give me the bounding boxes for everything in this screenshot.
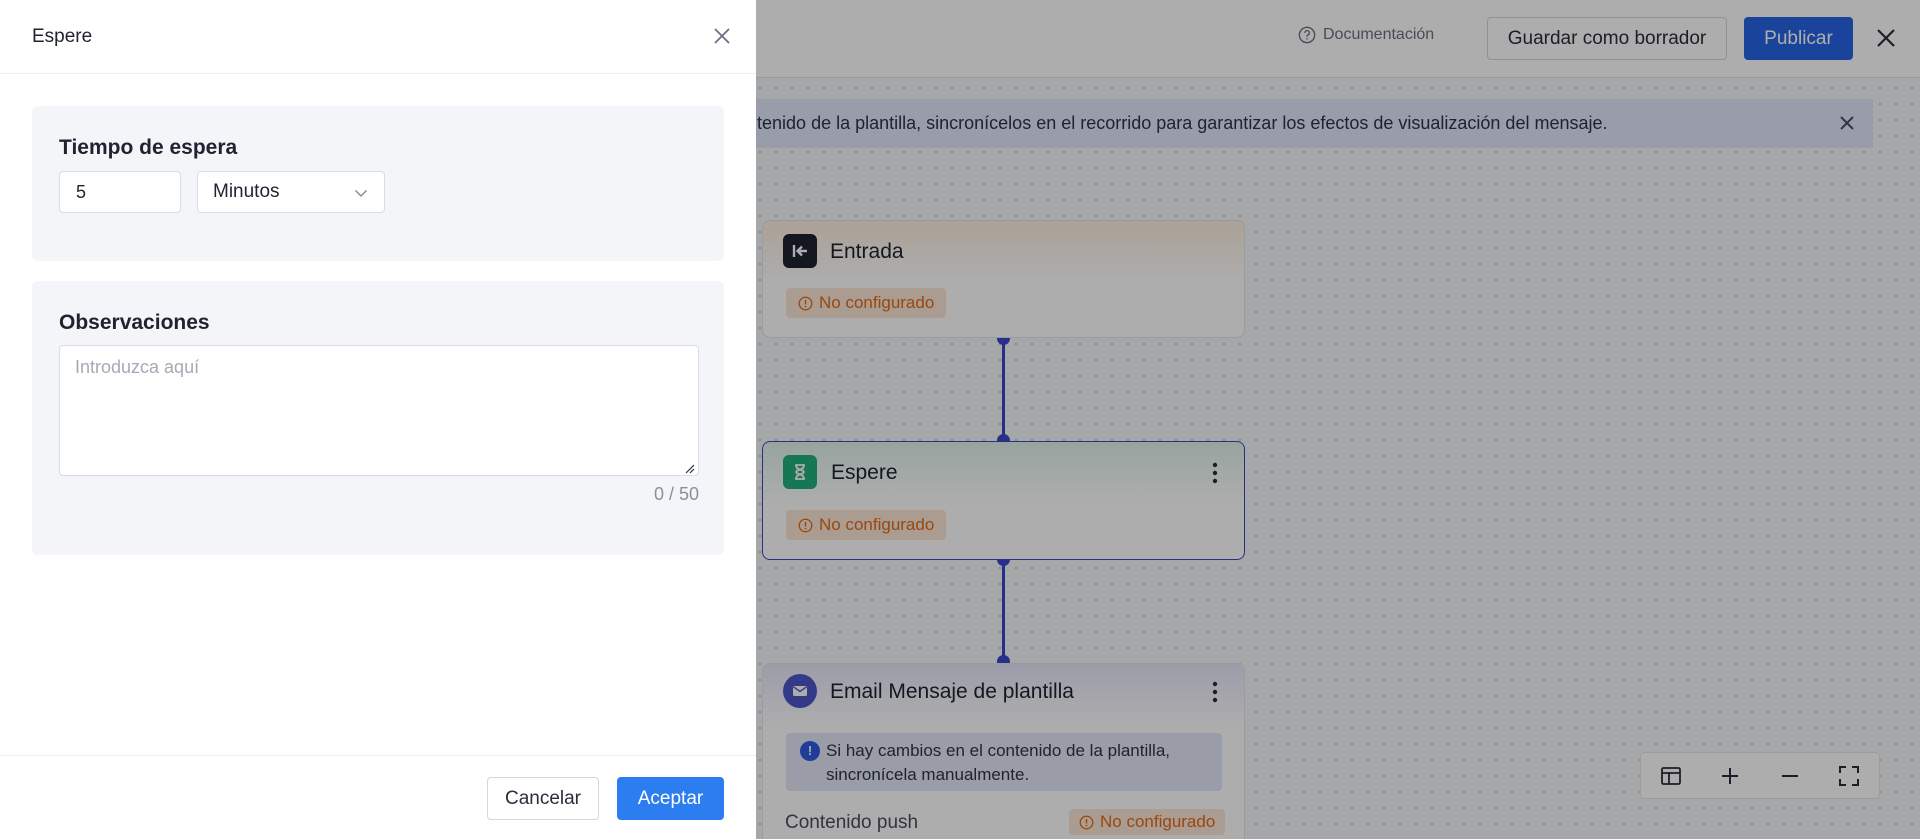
drawer-footer: Cancelar Aceptar [0,755,756,839]
wait-time-section: Tiempo de espera Minutos [32,106,724,261]
wait-config-drawer: Espere Tiempo de espera Minutos Observac… [0,0,756,839]
chevron-down-icon [354,189,368,198]
wait-unit-value: Minutos [213,181,280,202]
accept-button[interactable]: Aceptar [617,777,724,820]
notes-textarea[interactable] [59,345,699,476]
wait-unit-select[interactable]: Minutos [197,171,385,213]
notes-label: Observaciones [59,311,210,334]
char-counter: 0 / 50 [653,484,699,504]
wait-amount-input[interactable] [59,171,181,213]
close-icon[interactable] [711,25,733,47]
wait-time-label: Tiempo de espera [59,136,238,159]
drawer-title: Espere [32,26,93,47]
drawer-header: Espere [0,0,756,74]
cancel-button[interactable]: Cancelar [487,777,599,820]
notes-section: Observaciones 0 / 50 [32,281,724,555]
resize-grip-icon[interactable] [683,462,695,474]
